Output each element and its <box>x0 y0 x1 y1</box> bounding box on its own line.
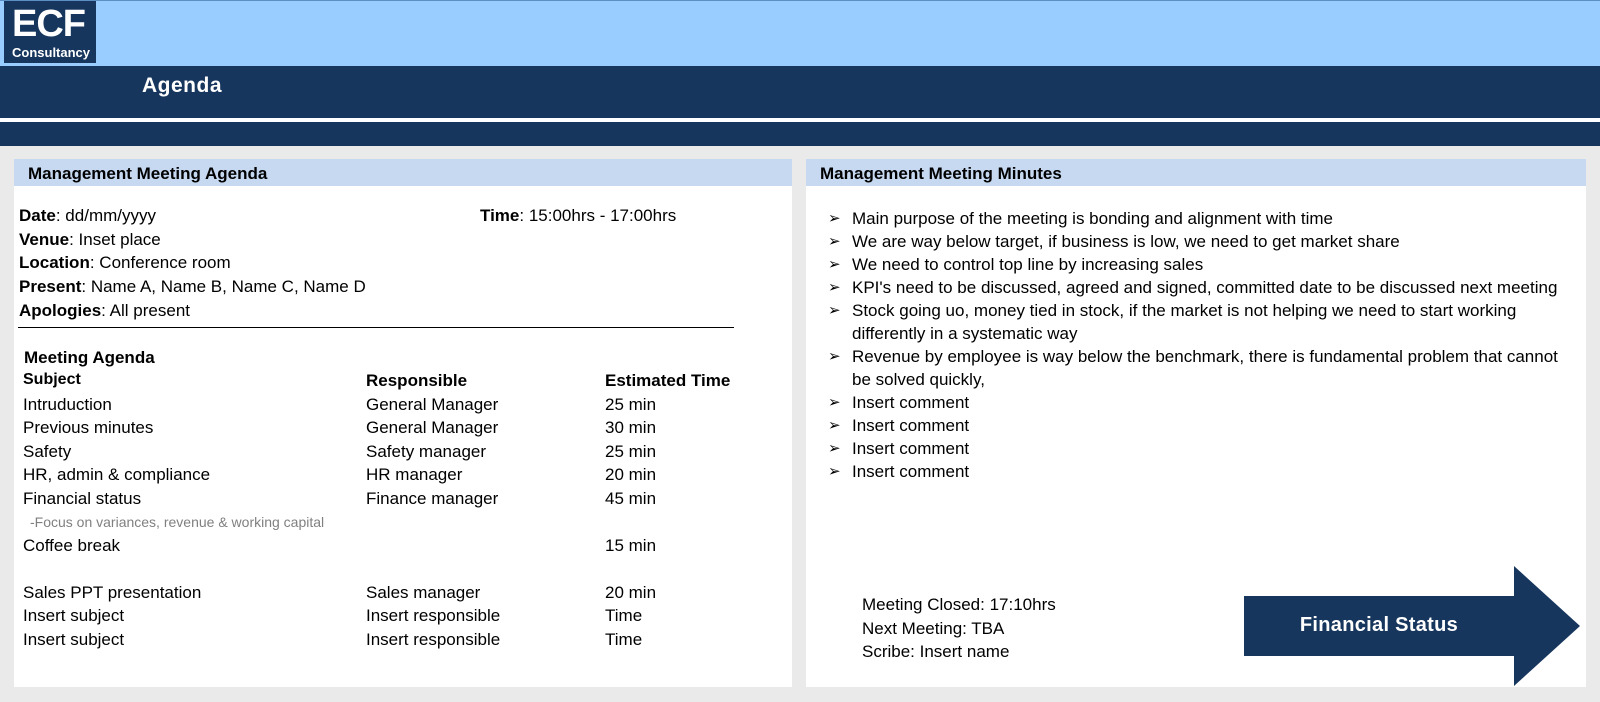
agenda-row-subject: Previous minutes <box>23 418 154 437</box>
arrow-bullet-icon: ➢ <box>828 279 841 296</box>
minutes-item-text: Main purpose of the meeting is bonding a… <box>852 209 1334 228</box>
agenda-row-time: 25 min <box>605 442 657 461</box>
minutes-item-text: Insert comment <box>852 462 970 481</box>
agenda-row-responsible: Finance manager <box>366 489 499 508</box>
agenda-row-time: Time <box>605 606 643 625</box>
financial-status-note: -Focus on variances, revenue & working c… <box>30 514 325 530</box>
date-value: : dd/mm/yyyy <box>55 206 156 225</box>
column-header-estimated-time: Estimated Time <box>605 371 731 390</box>
agenda-row-subject: Financial status <box>23 489 142 508</box>
agenda-row-responsible: General Manager <box>366 418 499 437</box>
agenda-row-responsible: General Manager <box>366 395 499 414</box>
agenda-row-subject: Insert subject <box>23 630 125 649</box>
minutes-item: ➢ Insert comment <box>826 437 1566 460</box>
date-label: Date <box>19 206 56 225</box>
financial-status-button[interactable]: Financial Status <box>1244 566 1580 686</box>
minutes-item: ➢ Revenue by employee is way below the be… <box>826 345 1566 391</box>
meeting-agenda-title: Meeting Agenda <box>24 348 155 367</box>
top-band <box>0 0 1600 66</box>
agenda-row-time: 45 min <box>605 489 657 508</box>
location-line: Location: Conference room <box>19 253 231 273</box>
minutes-item: ➢ We are way below target, if business is… <box>826 230 1566 253</box>
meeting-close-info: Meeting Closed: 17:10hrs Next Meeting: T… <box>862 593 1056 664</box>
venue-line: Venue: Inset place <box>19 230 161 250</box>
arrow-bullet-icon: ➢ <box>828 210 841 227</box>
sub-bar <box>0 122 1600 146</box>
venue-value: : Inset place <box>69 230 161 249</box>
apologies-value: : All present <box>101 301 190 320</box>
minutes-item-text: Stock going uo, money tied in stock, if … <box>852 301 1517 343</box>
minutes-item-text: We need to control top line by increasin… <box>852 255 1204 274</box>
minutes-item-text: Insert comment <box>852 439 970 458</box>
minutes-panel-heading: Management Meeting Minutes <box>806 159 1586 186</box>
agenda-row-time: 20 min <box>605 465 657 484</box>
agenda-row-time: 20 min <box>605 583 657 602</box>
column-header-subject: Subject <box>23 371 81 388</box>
page-title: Agenda <box>142 74 223 97</box>
apologies-line: Apologies: All present <box>19 301 190 321</box>
logo-main-text: ECF <box>12 3 86 45</box>
minutes-item: ➢ Main purpose of the meeting is bonding … <box>826 207 1566 230</box>
agenda-panel: Management Meeting Agenda Date: dd/mm/yy… <box>14 159 792 687</box>
arrow-bullet-icon: ➢ <box>828 440 841 457</box>
minutes-list: ➢ Main purpose of the meeting is bonding … <box>826 207 1566 483</box>
minutes-item: ➢ Stock going uo, money tied in stock, if… <box>826 299 1566 345</box>
financial-status-button-label: Financial Status <box>1299 614 1459 636</box>
present-value: : Name A, Name B, Name C, Name D <box>81 277 366 296</box>
minutes-item-text: We are way below target, if business is … <box>852 232 1400 251</box>
agenda-row-time: 15 min <box>605 536 657 555</box>
minutes-item: ➢ Insert comment <box>826 414 1566 437</box>
arrow-bullet-icon: ➢ <box>828 256 841 273</box>
agenda-row-time: 30 min <box>605 418 657 437</box>
minutes-item-text: Insert comment <box>852 416 970 435</box>
location-label: Location <box>19 253 90 272</box>
agenda-row-responsible: Insert responsible <box>366 630 501 649</box>
minutes-item-text: Insert comment <box>852 393 970 412</box>
agenda-row-time: Time <box>605 630 643 649</box>
minutes-item-text: KPI's need to be discussed, agreed and s… <box>852 278 1558 297</box>
arrow-bullet-icon: ➢ <box>828 302 841 319</box>
agenda-row-responsible: Sales manager <box>366 583 481 602</box>
agenda-row-time: 25 min <box>605 395 657 414</box>
agenda-row-subject: Intruduction <box>23 395 112 414</box>
column-header-responsible: Responsible <box>366 371 468 390</box>
next-meeting-text: Next Meeting: TBA <box>862 618 1005 638</box>
location-value: : Conference room <box>89 253 231 272</box>
minutes-item: ➢ Insert comment <box>826 460 1566 483</box>
minutes-item: ➢ KPI's need to be discussed, agreed and … <box>826 276 1566 299</box>
agenda-row-responsible: Insert responsible <box>366 606 501 625</box>
time-label: Time <box>480 206 520 225</box>
time-line: Time: 15:00hrs - 17:00hrs <box>480 206 676 226</box>
meeting-closed-text: Meeting Closed: 17:10hrs <box>862 595 1056 614</box>
arrow-bullet-icon: ➢ <box>828 463 841 480</box>
minutes-item-text: Revenue by employee is way below the ben… <box>852 347 1558 389</box>
arrow-bullet-icon: ➢ <box>828 233 841 250</box>
arrow-bullet-icon: ➢ <box>828 348 841 365</box>
header-divider <box>18 327 734 328</box>
agenda-panel-heading: Management Meeting Agenda <box>14 159 792 186</box>
time-value: : 15:00hrs - 17:00hrs <box>519 206 677 225</box>
logo-sub-text: Consultancy <box>12 45 91 60</box>
scribe-text: Scribe: Insert name <box>862 642 1010 661</box>
present-label: Present <box>19 277 82 296</box>
present-line: Present: Name A, Name B, Name C, Name D <box>19 277 366 297</box>
minutes-item: ➢ We need to control top line by increasi… <box>826 253 1566 276</box>
apologies-label: Apologies <box>19 301 102 320</box>
venue-label: Venue <box>19 230 70 249</box>
ecf-logo: ECF Consultancy <box>4 1 96 63</box>
minutes-item: ➢ Insert comment <box>826 391 1566 414</box>
agenda-row-subject: Coffee break <box>23 536 121 555</box>
agenda-row-subject: Insert subject <box>23 606 125 625</box>
agenda-row-subject: HR, admin & compliance <box>23 465 211 484</box>
agenda-row-subject: Safety <box>23 442 72 461</box>
date-line: Date: dd/mm/yyyy <box>19 206 156 226</box>
arrow-bullet-icon: ➢ <box>828 394 841 411</box>
agenda-row-responsible: Safety manager <box>366 442 487 461</box>
agenda-row-subject: Sales PPT presentation <box>23 583 202 602</box>
agenda-row-responsible: HR manager <box>366 465 463 484</box>
title-bar: Agenda <box>0 66 1600 120</box>
arrow-bullet-icon: ➢ <box>828 417 841 434</box>
